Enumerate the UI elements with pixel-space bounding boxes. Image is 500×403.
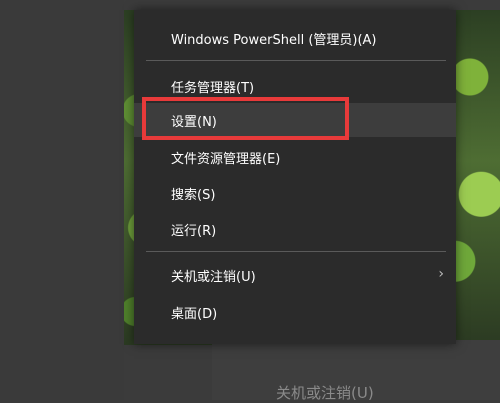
menu-item-label: 运行(R) xyxy=(171,223,217,239)
menu-item-label: 设置(N) xyxy=(171,114,217,130)
menu-item-label: 文件资源管理器(E) xyxy=(171,151,281,167)
menu-item-file-explorer[interactable]: 文件资源管理器(E) xyxy=(134,140,456,174)
menu-item-label: 任务管理器(T) xyxy=(171,80,255,96)
menu-item-search[interactable]: 搜索(S) xyxy=(134,176,456,210)
menu-item-powershell-admin[interactable]: Windows PowerShell (管理员)(A) xyxy=(134,21,456,55)
menu-item-label: 搜索(S) xyxy=(171,187,216,203)
menu-item-label: Windows PowerShell (管理员)(A) xyxy=(171,32,377,48)
menu-item-label: 关机或注销(U) xyxy=(171,269,256,285)
menu-item-task-manager[interactable]: 任务管理器(T) xyxy=(134,69,456,103)
menu-item-desktop[interactable]: 桌面(D) xyxy=(134,295,456,329)
desktop-background-left xyxy=(0,0,124,400)
menu-item-run[interactable]: 运行(R) xyxy=(134,212,456,246)
winx-context-menu: Windows PowerShell (管理员)(A) 任务管理器(T) 设置(… xyxy=(134,10,456,344)
menu-separator xyxy=(146,60,446,61)
menu-item-shutdown-signout[interactable]: 关机或注销(U) › xyxy=(134,258,456,292)
menu-item-label: 桌面(D) xyxy=(171,306,218,322)
menu-separator xyxy=(146,251,446,252)
chevron-right-icon: › xyxy=(438,266,444,282)
menu-item-settings[interactable]: 设置(N) xyxy=(134,103,456,137)
